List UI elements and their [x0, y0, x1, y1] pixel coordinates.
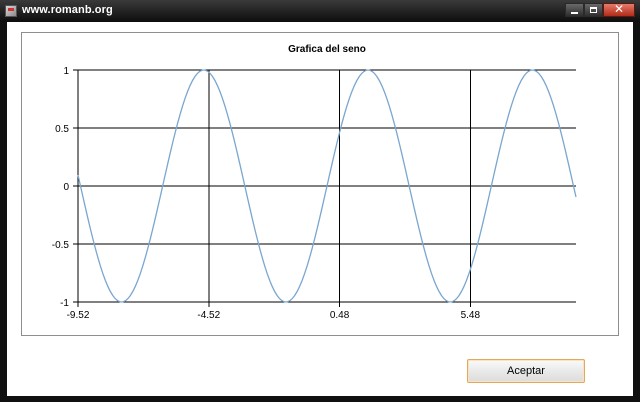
chart-title: Grafica del seno: [288, 44, 366, 55]
close-icon: ✕: [613, 2, 625, 16]
x-tick-label: -4.52: [197, 310, 220, 321]
x-tick-label: 5.48: [461, 310, 481, 321]
y-tick-label: -0.5: [52, 240, 70, 251]
chart-frame: Grafica del seno 1 0.5 0 -0.5 -1 -9.52 -4.52 0.4…: [21, 32, 619, 336]
y-tick-label: 1: [63, 66, 69, 77]
y-tick-label: 0.5: [55, 124, 69, 135]
app-window: www.romanb.org ✕ Grafica del seno 1 0.5 0 -0…: [0, 0, 640, 402]
x-tick-label: -9.52: [67, 310, 90, 321]
maximize-icon: [590, 7, 597, 13]
maximize-button[interactable]: [584, 3, 603, 17]
sine-chart: Grafica del seno 1 0.5 0 -0.5 -1-9.52 -4.52 0.4…: [52, 44, 577, 321]
close-button[interactable]: ✕: [603, 2, 635, 17]
app-icon: [5, 5, 17, 17]
y-tick-label: -1: [60, 298, 69, 309]
client-area: Grafica del seno 1 0.5 0 -0.5 -1 -9.52 -4.52 0.4…: [7, 22, 633, 396]
caption-buttons: ✕: [565, 2, 635, 17]
window-title: www.romanb.org: [22, 4, 113, 16]
y-tick-label: 0: [63, 182, 69, 193]
x-tick-label: 0.48: [330, 310, 350, 321]
accept-button[interactable]: Aceptar: [467, 359, 585, 383]
minimize-button[interactable]: [565, 3, 584, 17]
title-bar[interactable]: www.romanb.org ✕: [0, 0, 640, 22]
minimize-icon: [571, 12, 578, 14]
